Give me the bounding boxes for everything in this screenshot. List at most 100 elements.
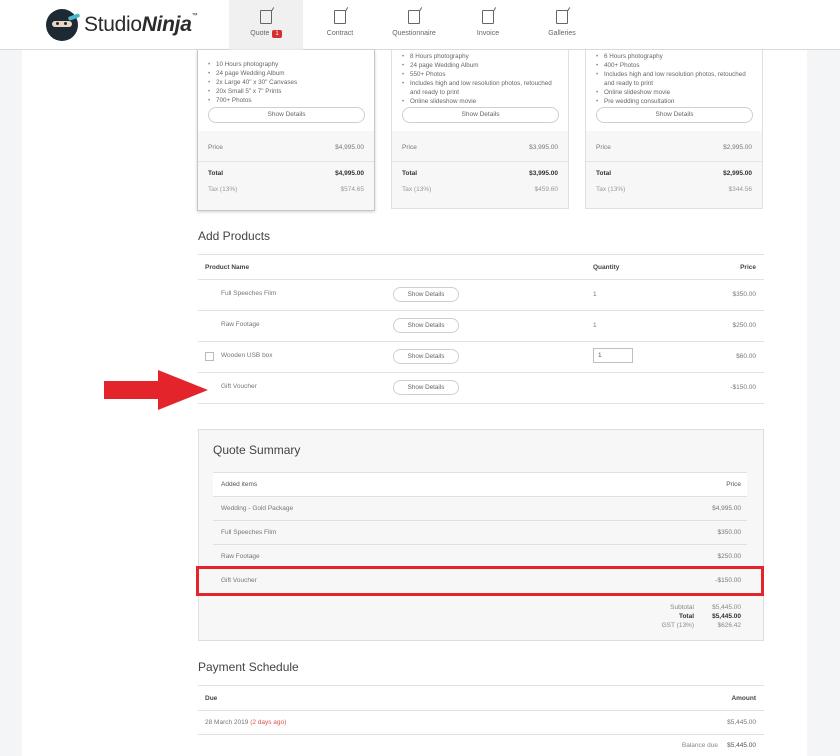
tab-invoice[interactable]: Invoice xyxy=(451,0,525,50)
summary-price: $4,995.00 xyxy=(712,505,741,512)
tax-value: $344.56 xyxy=(728,186,753,193)
price-value: $4,995.00 xyxy=(335,144,364,151)
package-features: 10 Hours photography 24 page Wedding Alb… xyxy=(208,60,366,105)
logo-text: StudioNinja™ xyxy=(84,13,198,36)
quote-summary-title: Quote Summary xyxy=(213,443,301,457)
total-value: $4,995.00 xyxy=(335,170,364,177)
show-details-button[interactable]: Show Details xyxy=(393,349,459,364)
tax-label: Tax (13%) xyxy=(596,186,626,193)
product-name: Gift Voucher xyxy=(221,383,257,390)
package-card-bronze[interactable]: 6 Hours photography 400+ Photos Includes… xyxy=(585,50,763,209)
galleries-icon xyxy=(556,10,568,24)
feature-item: 20x Small 5" x 7" Prints xyxy=(208,87,366,96)
payment-due-date: 28 March 2019 (2 days ago) xyxy=(205,719,286,726)
summary-item: Wedding - Gold Package xyxy=(221,505,294,512)
show-details-button[interactable]: Show Details xyxy=(208,107,365,123)
tax-label: Tax (13%) xyxy=(402,186,432,193)
tax-value: $459.60 xyxy=(534,186,559,193)
total-label: Total xyxy=(402,170,418,177)
summary-item: Raw Footage xyxy=(221,553,260,560)
due-header: Due xyxy=(205,695,218,702)
tab-questionnaire-label: Questionnaire xyxy=(392,30,436,37)
total-label: Total xyxy=(596,170,612,177)
studio-ninja-logo[interactable]: StudioNinja™ xyxy=(46,9,198,41)
product-price: -$150.00 xyxy=(730,384,756,391)
tab-invoice-label: Invoice xyxy=(476,30,500,37)
price-label: Price xyxy=(402,144,417,151)
product-name-header: Product Name xyxy=(205,264,250,271)
contract-icon xyxy=(334,10,346,24)
payment-schedule-title: Payment Schedule xyxy=(198,660,299,674)
package-card-silver[interactable]: 8 Hours photography 24 page Wedding Albu… xyxy=(391,50,569,209)
added-items-header: Added items xyxy=(221,481,258,488)
top-header: StudioNinja™ Quote 1 Contract Questionnai… xyxy=(0,0,840,50)
tab-contract[interactable]: Contract xyxy=(303,0,377,50)
summary-price: $250.00 xyxy=(717,553,742,560)
gst-value: $626.42 xyxy=(717,622,742,629)
product-price: $60.00 xyxy=(736,353,756,360)
product-name: Raw Footage xyxy=(221,321,260,328)
questionnaire-icon xyxy=(408,10,420,24)
quote-icon xyxy=(260,10,272,24)
feature-item: 550+ Photos xyxy=(402,70,560,79)
tab-galleries-label: Galleries xyxy=(548,30,576,37)
price-label: Price xyxy=(208,144,223,151)
price-value: $2,995.00 xyxy=(723,144,752,151)
total-label: Total xyxy=(208,170,224,177)
show-details-button[interactable]: Show Details xyxy=(402,107,559,123)
product-quantity: 1 xyxy=(593,291,597,298)
show-details-button[interactable]: Show Details xyxy=(393,318,459,333)
feature-item: Online slideshow movie xyxy=(596,88,754,97)
quote-badge: 1 xyxy=(272,30,282,38)
feature-item: Online slideshow movie xyxy=(402,97,560,106)
payment-date: 28 March 2019 xyxy=(205,719,249,726)
add-products-title: Add Products xyxy=(198,229,271,243)
tax-value: $574.65 xyxy=(340,186,365,193)
product-quantity: 1 xyxy=(593,322,597,329)
payment-relative-date: (2 days ago) xyxy=(250,719,287,726)
show-details-button[interactable]: Show Details xyxy=(596,107,753,123)
gift-voucher-highlight xyxy=(196,566,764,596)
price-header: Price xyxy=(740,264,756,271)
price-label: Price xyxy=(596,144,611,151)
wooden-usb-checkbox[interactable] xyxy=(205,352,214,361)
red-arrow-annotation xyxy=(104,370,208,410)
invoice-icon xyxy=(482,10,494,24)
product-price: $250.00 xyxy=(732,322,757,329)
total-value: $2,995.00 xyxy=(723,170,752,177)
feature-item: 10 Hours photography xyxy=(208,60,366,69)
balance-due-label: Balance due xyxy=(681,742,718,749)
total-value: $3,995.00 xyxy=(529,170,558,177)
price-value: $3,995.00 xyxy=(529,144,558,151)
total-value: $5,445.00 xyxy=(712,613,741,620)
tab-quote[interactable]: Quote 1 xyxy=(229,0,303,50)
quantity-input[interactable] xyxy=(593,348,633,363)
product-name: Full Speeches Film xyxy=(221,290,277,297)
feature-item: Pre wedding consultation xyxy=(596,97,754,106)
tab-quote-label: Quote xyxy=(250,30,270,37)
feature-item: 24 page Wedding Album xyxy=(402,61,560,70)
ninja-logo-icon xyxy=(46,9,81,41)
tab-galleries[interactable]: Galleries xyxy=(525,0,599,50)
feature-item: 24 page Wedding Album xyxy=(208,69,366,78)
feature-item: 6 Hours photography xyxy=(596,52,754,61)
feature-item: Includes high and low resolution photos,… xyxy=(596,70,754,88)
package-card-gold[interactable]: 10 Hours photography 24 page Wedding Alb… xyxy=(197,50,375,211)
amount-header: Amount xyxy=(731,695,756,702)
summary-price: $350.00 xyxy=(717,529,742,536)
summary-item: Full Speeches Film xyxy=(221,529,277,536)
balance-due-value: $5,445.00 xyxy=(727,742,756,749)
tab-contract-label: Contract xyxy=(326,30,354,37)
total-label: Total xyxy=(678,613,694,620)
tab-questionnaire[interactable]: Questionnaire xyxy=(377,0,451,50)
tax-label: Tax (13%) xyxy=(208,186,238,193)
summary-price-header: Price xyxy=(726,481,741,488)
package-features: 8 Hours photography 24 page Wedding Albu… xyxy=(402,52,560,106)
feature-item: 400+ Photos xyxy=(596,61,754,70)
quantity-header: Quantity xyxy=(593,264,620,271)
show-details-button[interactable]: Show Details xyxy=(393,380,459,395)
show-details-button[interactable]: Show Details xyxy=(393,287,459,302)
payment-amount: $5,445.00 xyxy=(727,719,756,726)
gst-label: GST (13%) xyxy=(661,622,694,629)
main-nav: Quote 1 Contract Questionnaire Invoice Ga… xyxy=(229,0,599,50)
